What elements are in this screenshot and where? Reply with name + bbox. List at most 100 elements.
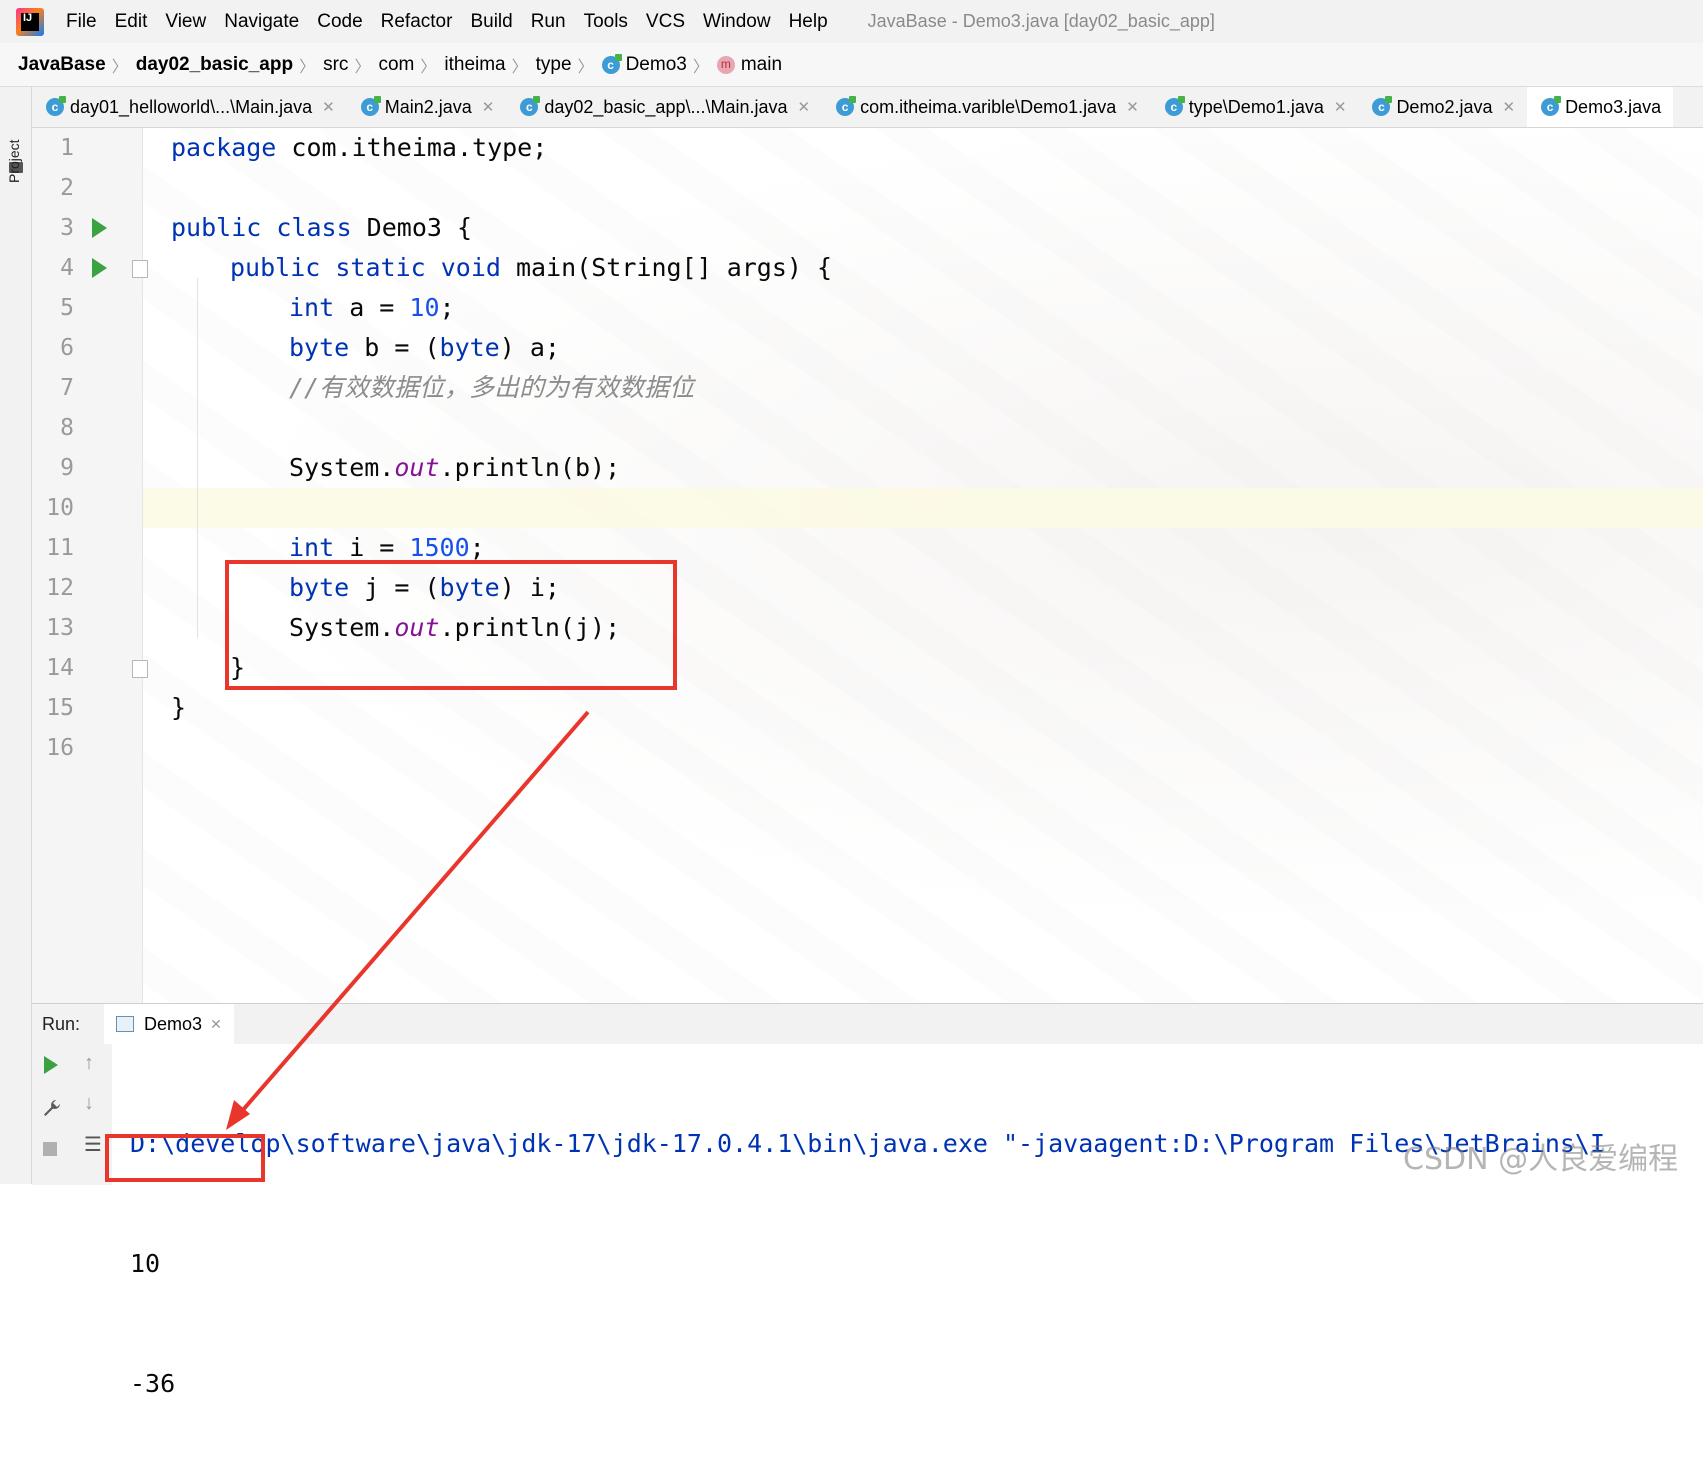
close-icon[interactable]: ✕ <box>322 98 335 116</box>
close-icon[interactable]: ✕ <box>1126 98 1139 116</box>
code-line-4: public static void main(String[] args) { <box>230 248 832 288</box>
code-editor[interactable]: 1 2 3 4 5 6 7 8 9 10 11 12 13 14 15 16 p… <box>32 128 1703 1003</box>
breadcrumb-item-javabase[interactable]: JavaBase 〉 <box>18 53 136 77</box>
breadcrumb-item-type[interactable]: type 〉 <box>536 53 602 77</box>
soft-wrap-icon[interactable]: ☰ <box>84 1132 106 1156</box>
breadcrumb-item-main[interactable]: m main <box>716 53 783 76</box>
breadcrumb-label: main <box>740 53 783 75</box>
menu-view[interactable]: View <box>165 11 206 33</box>
tab-varible-demo1[interactable]: c com.itheima.varible\Demo1.java ✕ <box>822 87 1151 127</box>
console-line-command: D:\develop\software\java\jdk-17\jdk-17.0… <box>130 1129 1606 1158</box>
code-token: byte <box>439 333 500 362</box>
line-number: 14 <box>46 655 74 681</box>
code-token: Demo3 { <box>351 213 473 242</box>
tab-label: Demo3.java <box>1565 96 1662 117</box>
stop-icon[interactable] <box>43 1142 57 1156</box>
menu-vcs[interactable]: VCS <box>646 11 685 33</box>
code-token: ) a; <box>499 333 560 362</box>
code-token: public static void <box>230 253 501 282</box>
code-line-3: public class Demo3 { <box>171 208 472 248</box>
line-number: 16 <box>46 735 74 761</box>
java-class-icon: c <box>836 96 857 116</box>
code-token: public class <box>171 213 352 242</box>
arrow-up-icon[interactable]: ↑ <box>84 1052 106 1074</box>
tab-day02-main[interactable]: c day02_basic_app\...\Main.java ✕ <box>506 87 822 127</box>
menu-tools[interactable]: Tools <box>584 11 628 33</box>
code-token: b = ( <box>349 333 440 362</box>
run-main-icon[interactable] <box>92 258 107 278</box>
chevron-right-icon: 〉 <box>299 58 316 76</box>
java-class-icon: c <box>601 53 622 74</box>
breadcrumb-item-src[interactable]: src 〉 <box>323 53 378 77</box>
code-token: 1500 <box>409 533 470 562</box>
wrench-icon[interactable] <box>42 1098 62 1118</box>
menu-refactor[interactable]: Refactor <box>381 11 453 33</box>
console-output[interactable]: D:\develop\software\java\jdk-17\jdk-17.0… <box>130 1044 1605 1484</box>
tab-type-demo1[interactable]: c type\Demo1.java ✕ <box>1151 87 1359 127</box>
editor-tabs: c day01_helloworld\...\Main.java ✕ c Main2.… <box>32 87 1703 128</box>
rerun-icon[interactable] <box>44 1056 58 1074</box>
tab-label: com.itheima.varible\Demo1.java <box>860 96 1117 117</box>
tab-label: day01_helloworld\...\Main.java <box>70 96 313 117</box>
code-token: ; <box>469 533 485 562</box>
code-token: package <box>171 133 277 162</box>
tab-label: Demo2.java <box>1396 96 1493 117</box>
annotation-output-box <box>105 1134 265 1182</box>
java-class-icon: c <box>1541 96 1562 116</box>
code-token: a = <box>334 293 410 322</box>
menu-file[interactable]: File <box>66 11 97 33</box>
close-icon[interactable]: ✕ <box>482 98 495 116</box>
java-class-icon: c <box>360 96 381 116</box>
breadcrumb-label: day02_basic_app <box>135 53 294 75</box>
line-number: 10 <box>46 495 74 521</box>
tab-day01-main[interactable]: c day01_helloworld\...\Main.java ✕ <box>32 87 347 127</box>
chevron-right-icon: 〉 <box>111 58 128 76</box>
project-tool-button[interactable]: Project <box>6 139 22 183</box>
indent-guide <box>197 278 198 638</box>
fold-marker-icon[interactable] <box>132 660 148 678</box>
tab-label: day02_basic_app\...\Main.java <box>544 96 788 117</box>
close-icon[interactable]: ✕ <box>1502 98 1515 116</box>
line-number: 13 <box>46 615 74 641</box>
menu-run[interactable]: Run <box>531 11 566 33</box>
tab-main2[interactable]: c Main2.java ✕ <box>347 87 507 127</box>
line-number: 5 <box>60 295 74 321</box>
run-tab-demo3[interactable]: Demo3 ✕ <box>104 1004 234 1044</box>
code-token: 10 <box>409 293 440 322</box>
java-class-icon: c <box>520 96 541 116</box>
code-line-1: package com.itheima.type; <box>171 128 547 168</box>
menu-edit[interactable]: Edit <box>115 11 148 33</box>
chevron-right-icon: 〉 <box>354 58 371 76</box>
breadcrumb-label: com <box>378 53 415 75</box>
tab-demo3[interactable]: c Demo3.java <box>1527 87 1674 127</box>
menu-help[interactable]: Help <box>789 11 828 33</box>
menu-build[interactable]: Build <box>470 11 512 33</box>
line-number: 4 <box>60 255 74 281</box>
left-tool-strip: Project <box>0 87 32 1184</box>
fold-marker-icon[interactable] <box>132 260 148 278</box>
breadcrumb-item-com[interactable]: com 〉 <box>378 53 444 77</box>
breadcrumb-item-demo3[interactable]: c Demo3 〉 <box>601 53 717 77</box>
code-token: out <box>394 453 440 482</box>
chevron-right-icon: 〉 <box>577 58 594 76</box>
breadcrumb-item-itheima[interactable]: itheima 〉 <box>444 53 535 77</box>
close-icon[interactable]: ✕ <box>798 98 811 116</box>
line-number: 15 <box>46 695 74 721</box>
tab-demo2[interactable]: c Demo2.java ✕ <box>1358 87 1527 127</box>
run-class-icon[interactable] <box>92 218 107 238</box>
menu-window[interactable]: Window <box>703 11 771 33</box>
menu-code[interactable]: Code <box>317 11 362 33</box>
chevron-right-icon: 〉 <box>692 58 709 76</box>
line-number: 2 <box>60 175 74 201</box>
current-line-highlight <box>32 488 1703 528</box>
breadcrumb-label: JavaBase <box>18 53 106 75</box>
arrow-down-icon[interactable]: ↓ <box>84 1092 106 1114</box>
breadcrumb-label: itheima <box>444 53 506 75</box>
close-icon[interactable]: ✕ <box>1334 98 1347 116</box>
close-icon[interactable]: ✕ <box>210 1016 222 1033</box>
menu-navigate[interactable]: Navigate <box>224 11 299 33</box>
breadcrumb-item-module[interactable]: day02_basic_app 〉 <box>136 53 323 77</box>
console-icon <box>116 1016 135 1032</box>
code-token: byte <box>289 333 350 362</box>
breadcrumb-label: Demo3 <box>625 53 687 75</box>
